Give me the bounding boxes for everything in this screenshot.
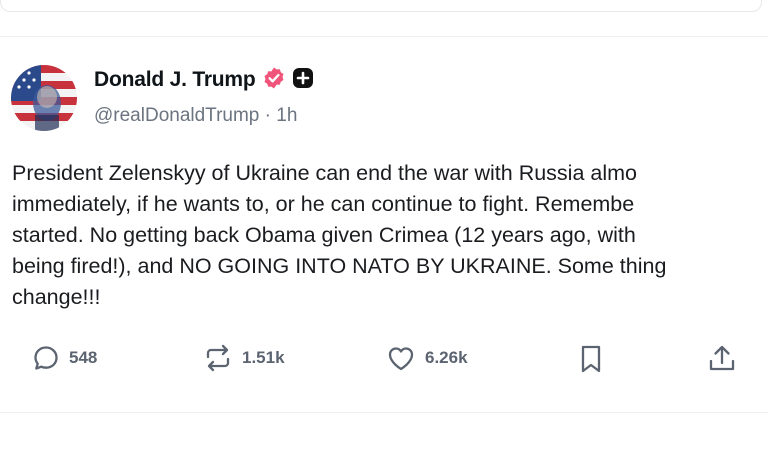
author-name-row: Donald J. Trump: [94, 66, 314, 94]
plus-badge-icon: [292, 67, 314, 94]
bookmark-button[interactable]: [578, 343, 604, 375]
post-timestamp[interactable]: 1h: [276, 105, 297, 126]
author-display-name[interactable]: Donald J. Trump: [94, 68, 256, 92]
next-post-card: [0, 412, 768, 453]
repost-button[interactable]: 1.51k: [202, 343, 285, 373]
comment-icon: [31, 343, 61, 373]
reply-button[interactable]: 548: [31, 343, 97, 373]
bookmark-icon: [578, 343, 604, 375]
action-bar: 548 1.51k 6.26k: [0, 343, 768, 379]
meta-separator: ·: [264, 105, 271, 126]
post-card[interactable]: Donald J. Trump @realDonaldTrump · 1h Pr…: [0, 37, 768, 411]
share-button[interactable]: [706, 343, 738, 375]
avatar[interactable]: [11, 65, 77, 131]
heart-icon: [385, 343, 417, 373]
author-handle-row: @realDonaldTrump · 1h: [94, 105, 297, 127]
like-button[interactable]: 6.26k: [385, 343, 468, 373]
post-body: President Zelenskyy of Ukraine can end t…: [12, 161, 667, 309]
author-handle[interactable]: @realDonaldTrump: [94, 105, 259, 126]
like-count: 6.26k: [425, 348, 468, 367]
previous-post-card: [0, 0, 762, 12]
verified-badge-icon: [262, 66, 286, 95]
repost-icon: [202, 343, 234, 373]
reply-count: 548: [69, 348, 98, 367]
share-icon: [706, 343, 738, 375]
repost-count: 1.51k: [242, 348, 285, 367]
